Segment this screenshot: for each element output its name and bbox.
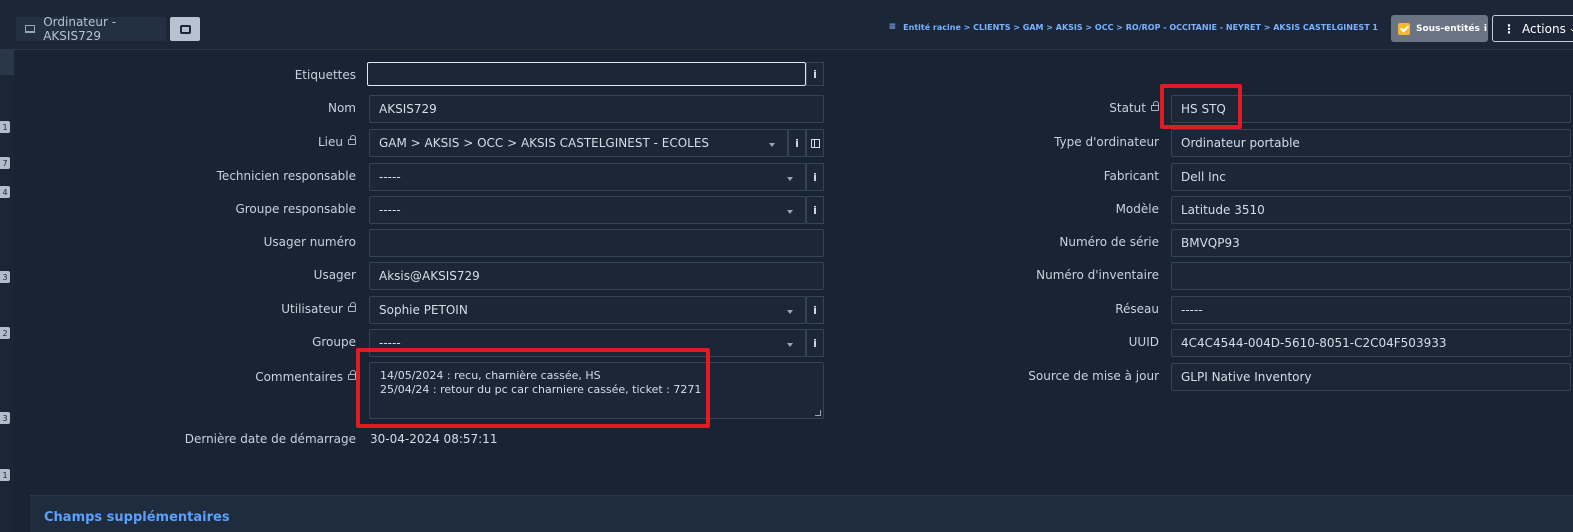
utilisateur-label-text: Utilisateur [281,302,343,316]
usager-numero-label: Usager numéro [263,235,356,249]
statut-label: Statut [1109,101,1159,115]
groupe-label: Groupe [312,335,356,349]
checkbox-checked-icon [1398,22,1410,35]
caret-down-icon [787,343,793,347]
groupe-responsable-value: ----- [379,203,401,217]
tab-count-badge: 1 [0,121,10,133]
entity-breadcrumb[interactable]: ≡ Entité racine > CLIENTS > GAM > AKSIS … [889,22,1378,32]
fabricant-select[interactable]: Dell Inc [1171,163,1571,191]
extra-fields-title[interactable]: Champs supplémentaires [44,510,230,525]
info-icon[interactable]: i [806,196,824,224]
tab-count-badge: 2 [0,327,10,339]
tab-count-badge: 3 [0,412,10,424]
left-tab-active[interactable] [0,50,14,75]
statut-label-text: Statut [1109,101,1146,115]
info-icon: i [1483,23,1487,34]
info-icon[interactable]: i [806,163,824,191]
groupe-responsable-select[interactable]: ----- [369,196,806,224]
laptop-icon [25,25,36,33]
info-icon[interactable]: i [806,62,824,86]
lieu-value: GAM > AKSIS > OCC > AKSIS CASTELGINEST -… [379,136,710,150]
tab-count-badge: 4 [0,186,10,198]
serie-label: Numéro de série [1059,235,1159,249]
reseau-label: Réseau [1115,302,1159,316]
chevron-down-icon: ⌄ [1568,23,1573,34]
tab-count-badge: 7 [0,157,10,169]
info-icon[interactable]: i [788,129,806,157]
nom-label: Nom [327,101,356,115]
commentaires-label: Commentaires [255,370,356,384]
usager-numero-input[interactable] [369,229,824,257]
uuid-input[interactable]: 4C4C4544-004D-5610-8051-C2C04F503933 [1171,329,1571,357]
technicien-label: Technicien responsable [216,169,356,183]
extra-fields-section: Champs supplémentaires [30,495,1573,532]
robot-icon [179,24,191,34]
page-header: Ordinateur - AKSIS729 ≡ Entité racine > … [0,0,1573,50]
technicien-value: ----- [379,170,401,184]
etiquettes-input[interactable] [367,62,806,86]
serie-input[interactable]: BMVQP93 [1171,229,1571,257]
usager-label: Usager [313,268,356,282]
breadcrumb-text: Entité racine > CLIENTS > GAM > AKSIS > … [903,22,1378,32]
groupe-responsable-label: Groupe responsable [235,202,356,216]
actions-button[interactable]: ⋮ Actions ⌄ [1492,15,1573,42]
utilisateur-value: Sophie PETOIN [379,303,468,317]
modele-select[interactable]: Latitude 3510 [1171,196,1571,224]
uuid-label: UUID [1128,335,1159,349]
map-icon [810,138,820,148]
derniere-date-value: 30-04-2024 08:57:11 [370,432,498,446]
caret-down-icon [787,310,793,314]
caret-down-icon [769,143,775,147]
caret-down-icon [787,177,793,181]
kebab-icon: ⋮ [1503,21,1515,36]
layers-icon: ≡ [888,22,897,32]
item-title-tab[interactable]: Ordinateur - AKSIS729 [16,15,166,43]
commentaires-label-text: Commentaires [255,370,343,384]
technicien-select[interactable]: ----- [369,163,806,191]
reseau-select[interactable]: ----- [1171,296,1571,324]
fabricant-label: Fabricant [1103,169,1159,183]
highlight-box [356,348,710,428]
item-title: Ordinateur - AKSIS729 [43,15,117,43]
nom-input[interactable]: AKSIS729 [369,95,824,123]
derniere-date-label: Dernière date de démarrage [184,432,356,446]
etiquettes-label: Etiquettes [294,68,356,82]
source-label: Source de mise à jour [1028,369,1159,383]
inventaire-label: Numéro d'inventaire [1036,268,1159,282]
lieu-label: Lieu [318,135,356,149]
highlight-box [1160,84,1242,129]
lock-icon [348,370,356,380]
usager-input[interactable]: Aksis@AKSIS729 [369,262,824,290]
lieu-label-text: Lieu [317,135,343,149]
caret-down-icon [787,210,793,214]
source-select[interactable]: GLPI Native Inventory [1171,363,1571,391]
actions-label: Actions [1522,21,1566,36]
modele-label: Modèle [1115,202,1159,216]
sub-entities-label: Sous-entités [1416,23,1480,34]
map-button[interactable] [806,129,824,157]
inventaire-input[interactable] [1171,262,1571,290]
sub-entities-toggle[interactable]: Sous-entités i [1391,15,1488,42]
info-icon[interactable]: i [806,296,824,324]
tab-count-badge: 3 [0,271,10,283]
type-select[interactable]: Ordinateur portable [1171,129,1571,157]
automatic-inventory-button[interactable] [170,17,200,41]
lock-icon [348,302,356,312]
lock-icon [1151,101,1159,111]
type-label: Type d'ordinateur [1054,135,1159,149]
utilisateur-select[interactable]: Sophie PETOIN [369,296,806,324]
lock-icon [348,135,356,145]
lieu-select[interactable]: GAM > AKSIS > OCC > AKSIS CASTELGINEST -… [369,129,788,157]
resize-handle[interactable] [815,410,821,416]
utilisateur-label: Utilisateur [281,302,356,316]
tab-count-badge: 1 [0,469,10,481]
info-icon[interactable]: i [806,329,824,357]
